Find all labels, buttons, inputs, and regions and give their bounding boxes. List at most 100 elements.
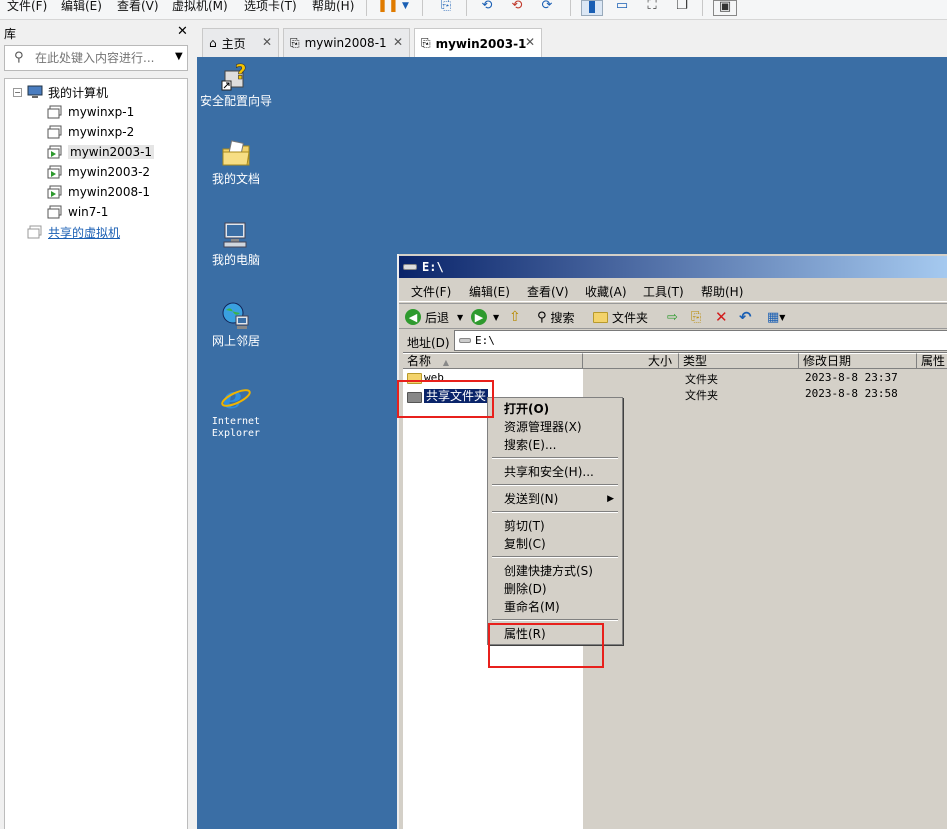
show-library-icon[interactable] <box>581 0 603 16</box>
menu-view[interactable]: 查看(V) <box>117 0 159 14</box>
tree-item-vm[interactable]: win7-1 <box>47 203 108 221</box>
chevron-down-icon[interactable]: ▼ <box>175 51 183 62</box>
context-menu-create-shortcut[interactable]: 创建快捷方式(S) <box>490 562 620 580</box>
desktop-icon-my-documents[interactable]: 我的文档 <box>197 137 275 186</box>
menu-file[interactable]: 文件(F) <box>7 0 47 14</box>
close-icon[interactable]: ✕ <box>393 35 403 49</box>
sort-ascending-icon: ▲ <box>442 358 449 367</box>
vm-icon <box>47 125 63 139</box>
explorer-menu-help[interactable]: 帮助(H) <box>701 283 743 300</box>
context-menu-send-to[interactable]: 发送到(N) ▶ <box>490 490 620 508</box>
explorer-toolbar: ◀ 后退 ▼ ▶ ▼ ⇧ ⚲ 搜索 文件夹 ⇨ ⎘ ✕ ↶ ▦ ▼ <box>399 303 947 329</box>
column-header-modified[interactable]: 修改日期 <box>799 353 917 369</box>
folders-button[interactable]: 文件夹 <box>593 308 648 326</box>
menu-edit[interactable]: 编辑(E) <box>61 0 102 14</box>
delete-icon[interactable]: ✕ <box>715 308 728 326</box>
back-button[interactable]: ◀ 后退 ▼ <box>405 308 463 326</box>
column-label: 名称 <box>407 354 432 368</box>
tree-item-vm[interactable]: mywinxp-1 <box>47 103 134 121</box>
send-ctrl-alt-del-icon[interactable]: ⎘ <box>437 0 455 16</box>
chevron-down-icon[interactable]: ▼ <box>493 313 499 322</box>
column-header-type[interactable]: 类型 <box>679 353 799 369</box>
context-menu-open[interactable]: 打开(O) <box>490 400 620 418</box>
context-menu-sharing[interactable]: 共享和安全(H)... <box>490 463 620 481</box>
snapshot-manager-icon[interactable]: ⟳ <box>538 0 556 16</box>
chevron-down-icon[interactable]: ▼ <box>457 313 463 322</box>
context-menu-copy[interactable]: 复制(C) <box>490 535 620 553</box>
forward-arrow-icon: ▶ <box>471 309 487 325</box>
toolbar-separator <box>570 0 571 16</box>
column-label: 属性 <box>921 354 946 368</box>
window-title: E:\ <box>422 260 444 274</box>
explorer-menu-file[interactable]: 文件(F) <box>411 283 451 300</box>
column-header-size[interactable]: 大小 <box>583 353 679 369</box>
collapse-icon[interactable]: − <box>13 88 22 97</box>
views-icon[interactable]: ▦ ▼ <box>767 308 785 326</box>
forward-button[interactable]: ▶ ▼ <box>471 308 499 326</box>
explorer-menu-favorites[interactable]: 收藏(A) <box>585 283 627 300</box>
magnifier-icon: ⚲ <box>537 309 547 325</box>
menu-separator <box>492 619 618 621</box>
close-icon[interactable]: ✕ <box>262 35 272 49</box>
tree-item-vm[interactable]: mywinxp-2 <box>47 123 134 141</box>
context-menu-delete[interactable]: 删除(D) <box>490 580 620 598</box>
back-arrow-icon: ◀ <box>405 309 421 325</box>
up-folder-icon[interactable]: ⇧ <box>509 308 521 326</box>
search-button[interactable]: ⚲ 搜索 <box>537 308 575 326</box>
tree-item-label: mywin2003-2 <box>68 165 151 179</box>
copy-to-icon[interactable]: ⎘ <box>691 308 701 326</box>
tab-mywin2003-1[interactable]: ⎘ mywin2003-1 ✕ <box>414 28 542 58</box>
desktop-icon-my-computer[interactable]: 我的电脑 <box>197 218 275 267</box>
menu-separator <box>492 457 618 459</box>
close-icon[interactable]: ✕ <box>525 35 535 49</box>
tab-label: mywin2008-1 <box>304 36 387 50</box>
context-menu-search[interactable]: 搜索(E)... <box>490 436 620 454</box>
menu-separator <box>492 484 618 486</box>
pause-icon[interactable]: ❚❚ ▼ <box>376 0 410 16</box>
console-view-icon[interactable]: ▣ <box>713 0 737 16</box>
undo-icon[interactable]: ↶ <box>739 308 752 326</box>
desktop-icon-security-wizard[interactable]: ? 安全配置向导 <box>197 59 275 108</box>
context-menu-cut[interactable]: 剪切(T) <box>490 517 620 535</box>
file-list-empty-area <box>583 369 947 829</box>
tree-item-vm[interactable]: mywin2008-1 <box>47 183 150 201</box>
desktop-icon-label: 网上邻居 <box>211 334 260 348</box>
svg-text:e: e <box>223 381 242 413</box>
menu-help[interactable]: 帮助(H) <box>312 0 354 14</box>
toolbar-separator <box>702 0 703 16</box>
tree-item-vm[interactable]: mywin2003-2 <box>47 163 150 181</box>
menu-vm[interactable]: 虚拟机(M) <box>172 0 228 14</box>
snapshot-icon[interactable]: ⟲ <box>478 0 496 16</box>
address-input[interactable]: E:\ <box>454 330 947 351</box>
explorer-menu-view[interactable]: 查看(V) <box>527 283 569 300</box>
close-icon[interactable]: ✕ <box>177 24 188 39</box>
move-to-icon[interactable]: ⇨ <box>667 308 678 326</box>
revert-snapshot-icon[interactable]: ⟲ <box>508 0 526 16</box>
tab-home[interactable]: ⌂ 主页 ✕ <box>202 28 279 57</box>
explorer-title-bar[interactable]: E:\ <box>399 256 947 278</box>
column-header-attributes[interactable]: 属性 <box>917 353 947 369</box>
tree-item-vm-selected[interactable]: mywin2003-1 <box>47 143 155 161</box>
column-header-name[interactable]: 名称 ▲ <box>403 353 583 369</box>
search-input[interactable] <box>35 49 165 67</box>
file-list[interactable]: 名称 ▲ 大小 类型 修改日期 属性 web 文件夹 2023-8-8 23:3… <box>403 352 947 829</box>
context-menu-explorer[interactable]: 资源管理器(X) <box>490 418 620 436</box>
file-modified: 2023-8-8 23:58 <box>805 387 898 400</box>
fullscreen-icon[interactable]: ⛶ <box>642 0 662 16</box>
explorer-menu-tools[interactable]: 工具(T) <box>643 283 684 300</box>
menu-tabs[interactable]: 选项卡(T) <box>244 0 297 14</box>
toolbar-separator <box>466 0 467 16</box>
tab-mywin2008-1[interactable]: ⎘ mywin2008-1 ✕ <box>283 28 410 57</box>
vm-icon <box>47 105 63 119</box>
my-documents-icon <box>219 137 253 171</box>
desktop-icon-label: 我的电脑 <box>211 253 260 267</box>
folders-label: 文件夹 <box>612 310 649 325</box>
desktop-icon-network-places[interactable]: 网上邻居 <box>197 299 275 348</box>
tree-item-my-computer[interactable]: 我的计算机 <box>27 83 108 101</box>
explorer-menu-edit[interactable]: 编辑(E) <box>469 283 510 300</box>
unity-icon[interactable]: ❐ <box>672 0 692 16</box>
tree-item-shared-vms[interactable]: 共享的虚拟机 <box>27 223 120 241</box>
context-menu-rename[interactable]: 重命名(M) <box>490 598 620 616</box>
desktop-icon-internet-explorer[interactable]: e Internet Explorer <box>197 380 275 440</box>
thumbnail-bar-icon[interactable]: ▭ <box>612 0 632 16</box>
